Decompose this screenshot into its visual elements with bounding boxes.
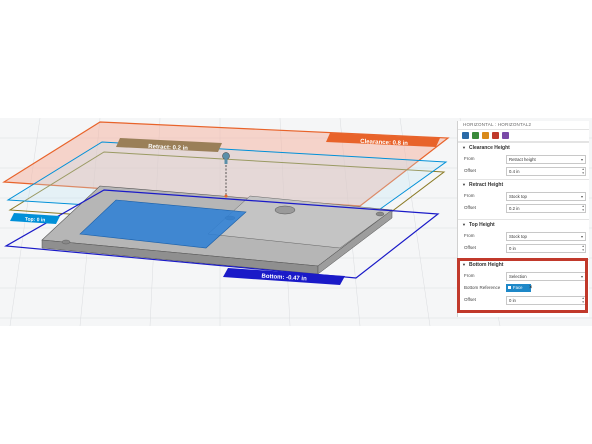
top-section: ▼ Top Height From Stock top ▾ Offset 0 in ▴… xyxy=(458,219,589,254)
select-value: Stock top xyxy=(509,234,527,239)
panel-title: HORIZONTAL : HORIZONTAL2 xyxy=(458,121,589,130)
bottom-height-highlight-box xyxy=(457,258,588,313)
chevron-down-icon: ▾ xyxy=(580,234,583,239)
offset-label: Offset xyxy=(464,205,476,210)
offset-label: Offset xyxy=(464,245,476,250)
select-value: Retract height xyxy=(509,157,536,162)
spinner-icon[interactable]: ▴ ▾ xyxy=(582,244,584,252)
collapse-triangle-icon: ▼ xyxy=(462,182,466,187)
input-value: 0.4 in xyxy=(509,169,520,174)
top-from-select[interactable]: Stock top ▾ xyxy=(506,232,586,241)
heights-tab-icon[interactable] xyxy=(482,132,489,139)
offset-label: Offset xyxy=(464,168,476,173)
clearance-offset-row: Offset 0.4 in ▴ ▾ xyxy=(458,165,589,177)
collapse-triangle-icon: ▼ xyxy=(462,145,466,150)
clearance-header[interactable]: ▼ Clearance Height xyxy=(458,142,589,153)
clearance-from-row: From Retract height ▾ xyxy=(458,153,589,165)
clearance-offset-input[interactable]: 0.4 in ▴ ▾ xyxy=(506,167,586,176)
from-label: From xyxy=(464,156,475,161)
retract-heading: Retract Height xyxy=(468,182,504,188)
spinner-icon[interactable]: ▴ ▾ xyxy=(582,204,584,212)
passes-tab-icon[interactable] xyxy=(492,132,499,139)
geometry-tab-icon[interactable] xyxy=(472,132,479,139)
input-value: 0 in xyxy=(509,246,516,251)
chevron-down-icon: ▾ xyxy=(580,157,583,162)
select-value: Stock top xyxy=(509,194,527,199)
retract-from-select[interactable]: Stock top ▾ xyxy=(506,192,586,201)
top-header[interactable]: ▼ Top Height xyxy=(458,219,589,230)
top-heading: Top Height xyxy=(468,222,495,228)
top-offset-row: Offset 0 in ▴ ▾ xyxy=(458,242,589,254)
from-label: From xyxy=(464,233,475,238)
input-value: 0.2 in xyxy=(509,206,520,211)
tool-tab-icon[interactable] xyxy=(462,132,469,139)
retract-header[interactable]: ▼ Retract Height xyxy=(458,179,589,190)
retract-from-row: From Stock top ▾ xyxy=(458,190,589,202)
clearance-heading: Clearance Height xyxy=(468,145,510,151)
retract-offset-row: Offset 0.2 in ▴ ▾ xyxy=(458,202,589,214)
panel-tabs xyxy=(458,130,589,142)
retract-section: ▼ Retract Height From Stock top ▾ Offset 0… xyxy=(458,179,589,214)
top-from-row: From Stock top ▾ xyxy=(458,230,589,242)
clearance-section: ▼ Clearance Height From Retract height ▾ O… xyxy=(458,142,589,177)
top-label-text: Top: 0 in xyxy=(25,216,46,223)
clearance-from-select[interactable]: Retract height ▾ xyxy=(506,155,586,164)
chevron-down-icon: ▾ xyxy=(580,194,583,199)
linking-tab-icon[interactable] xyxy=(502,132,509,139)
retract-offset-input[interactable]: 0.2 in ▴ ▾ xyxy=(506,204,586,213)
from-label: From xyxy=(464,193,475,198)
collapse-triangle-icon: ▼ xyxy=(462,222,466,227)
top-offset-input[interactable]: 0 in ▴ ▾ xyxy=(506,244,586,253)
spinner-icon[interactable]: ▴ ▾ xyxy=(582,167,584,175)
